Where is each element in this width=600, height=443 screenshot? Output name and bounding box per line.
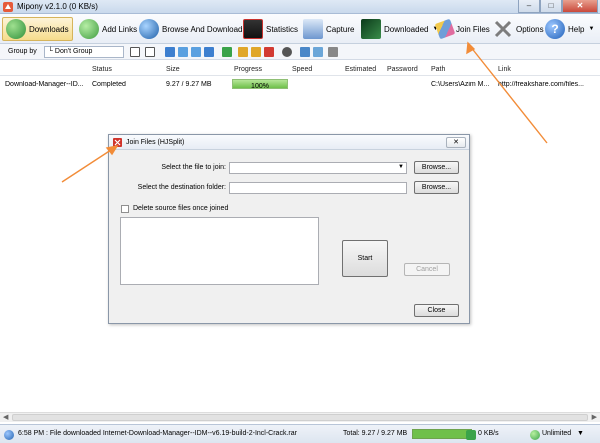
move-bottom-icon[interactable] <box>204 47 214 57</box>
statistics-icon <box>243 19 263 39</box>
chevron-down-icon[interactable]: ▼ <box>577 430 584 437</box>
status-bar: 6:58 PM : File downloaded Internet-Downl… <box>0 424 600 443</box>
column-header-status[interactable]: Status <box>92 66 112 73</box>
info-icon <box>4 430 14 440</box>
browse-file-button[interactable]: Browse... <box>414 161 459 174</box>
column-header-path[interactable]: Path <box>431 66 445 73</box>
pause-icon[interactable] <box>238 47 248 57</box>
maximize-button[interactable]: □ <box>540 0 562 13</box>
window-title: Mipony v2.1.0 (0 KB/s) <box>17 2 98 11</box>
close-button[interactable]: ✕ <box>562 0 598 13</box>
column-header-speed[interactable]: Speed <box>292 66 312 73</box>
join-files-icon <box>434 18 456 40</box>
scroll-left-icon[interactable]: ◀ <box>3 413 8 421</box>
minimize-button[interactable]: – <box>518 0 540 13</box>
start-button[interactable]: Start <box>342 240 388 277</box>
group-toolbar: Group by └ Don't Group <box>0 44 600 60</box>
join-log-textarea[interactable] <box>120 217 319 285</box>
downloads-grid-header: Status Size Progress Speed Estimated Pas… <box>0 63 600 76</box>
clock-icon[interactable] <box>282 47 292 57</box>
toolbar-help-button[interactable]: ? Help ▼ <box>542 17 597 41</box>
toolbar-downloads-button[interactable]: Downloads <box>2 17 73 41</box>
status-progress-bar <box>412 429 472 439</box>
toolbar-add-links-button[interactable]: Add Links <box>76 17 140 41</box>
table-row[interactable]: Download-Manager--ID... Completed 9.27 /… <box>0 78 600 91</box>
delete-source-label[interactable]: Delete source files once joined <box>133 205 228 212</box>
speed-limit-icon <box>530 430 540 440</box>
move-up-icon[interactable] <box>178 47 188 57</box>
toolbar-statistics-button[interactable]: Statistics <box>240 17 301 41</box>
downloaded-icon <box>361 19 381 39</box>
pause-all-icon[interactable] <box>251 47 261 57</box>
title-bar: Mipony v2.1.0 (0 KB/s) – □ ✕ <box>0 0 600 14</box>
toolbar-options-button[interactable]: Options <box>490 17 547 41</box>
hjsplit-icon <box>113 138 122 147</box>
dialog-close-action-button[interactable]: Close <box>414 304 459 317</box>
dialog-title: Join Files (HJSplit) <box>126 139 185 146</box>
scroll-right-icon[interactable]: ▶ <box>592 413 597 421</box>
row-status: Completed <box>92 81 126 88</box>
file-to-join-combobox[interactable]: ▼ <box>229 162 407 174</box>
collapse-all-icon[interactable] <box>145 47 155 57</box>
toolbar-downloaded-button[interactable]: Downloaded ▼ <box>358 17 441 41</box>
column-header-link[interactable]: Link <box>498 66 511 73</box>
column-header-size[interactable]: Size <box>166 66 180 73</box>
refresh-icon[interactable] <box>300 47 310 57</box>
downloads-icon <box>6 19 26 39</box>
column-header-estimated[interactable]: Estimated <box>345 66 376 73</box>
clean-icon[interactable] <box>328 47 338 57</box>
toolbar-capture-button[interactable]: Capture <box>300 17 357 41</box>
dialog-close-button[interactable]: ✕ <box>446 137 466 148</box>
row-size: 9.27 / 9.27 MB <box>166 81 212 88</box>
group-by-select[interactable]: └ Don't Group <box>44 46 124 58</box>
main-toolbar: Downloads Add Links Browse And Download … <box>0 14 600 44</box>
row-progress-text: 100% <box>251 83 269 90</box>
toolbar-join-files-button[interactable]: Join Files <box>434 17 493 41</box>
move-down-icon[interactable] <box>191 47 201 57</box>
mipony-logo-icon <box>3 2 13 12</box>
dialog-title-bar: Join Files (HJSplit) ✕ <box>109 135 469 150</box>
arrow-to-join-files-line <box>469 45 548 144</box>
destination-folder-input[interactable] <box>229 182 407 194</box>
browse-folder-button[interactable]: Browse... <box>414 181 459 194</box>
help-icon: ? <box>545 19 565 39</box>
join-files-dialog: Join Files (HJSplit) ✕ Select the file t… <box>108 134 470 324</box>
toolbar-browse-button[interactable]: Browse And Download <box>136 17 246 41</box>
speed-limit-value[interactable]: Unlimited <box>542 430 571 437</box>
status-speed: 0 KB/s <box>478 430 499 437</box>
column-header-password[interactable]: Password <box>387 66 418 73</box>
row-progress-bar: 100% <box>232 79 288 90</box>
capture-icon <box>303 19 323 39</box>
row-link: http://freakshare.com/files... <box>498 81 584 88</box>
status-message: 6:58 PM : File downloaded Internet-Downl… <box>18 430 297 437</box>
file-to-join-label: Select the file to join: <box>161 164 226 171</box>
stop-icon[interactable] <box>264 47 274 57</box>
row-path: C:\Users\Azim M... <box>431 81 490 88</box>
add-links-icon <box>79 19 99 39</box>
start-icon[interactable] <box>222 47 232 57</box>
row-name: Download-Manager--ID... <box>5 81 84 88</box>
options-icon <box>493 19 513 39</box>
chevron-down-icon[interactable]: ▼ <box>398 164 404 170</box>
column-header-progress[interactable]: Progress <box>234 66 262 73</box>
status-total: Total: 9.27 / 9.27 MB <box>343 430 408 437</box>
download-arrow-icon <box>466 430 476 440</box>
arrow-to-dialog-line <box>61 147 115 183</box>
chevron-down-icon[interactable]: ▼ <box>588 26 594 32</box>
scrollbar-thumb[interactable] <box>12 414 588 421</box>
move-top-icon[interactable] <box>165 47 175 57</box>
destination-folder-label: Select the destination folder: <box>137 184 226 191</box>
horizontal-scrollbar[interactable]: ◀ ▶ <box>0 412 600 422</box>
group-by-label: Group by <box>8 48 37 55</box>
cancel-button[interactable]: Cancel <box>404 263 450 276</box>
globe-icon <box>139 19 159 39</box>
expand-all-icon[interactable] <box>130 47 140 57</box>
folder-icon[interactable] <box>313 47 323 57</box>
delete-source-checkbox[interactable] <box>121 205 129 213</box>
